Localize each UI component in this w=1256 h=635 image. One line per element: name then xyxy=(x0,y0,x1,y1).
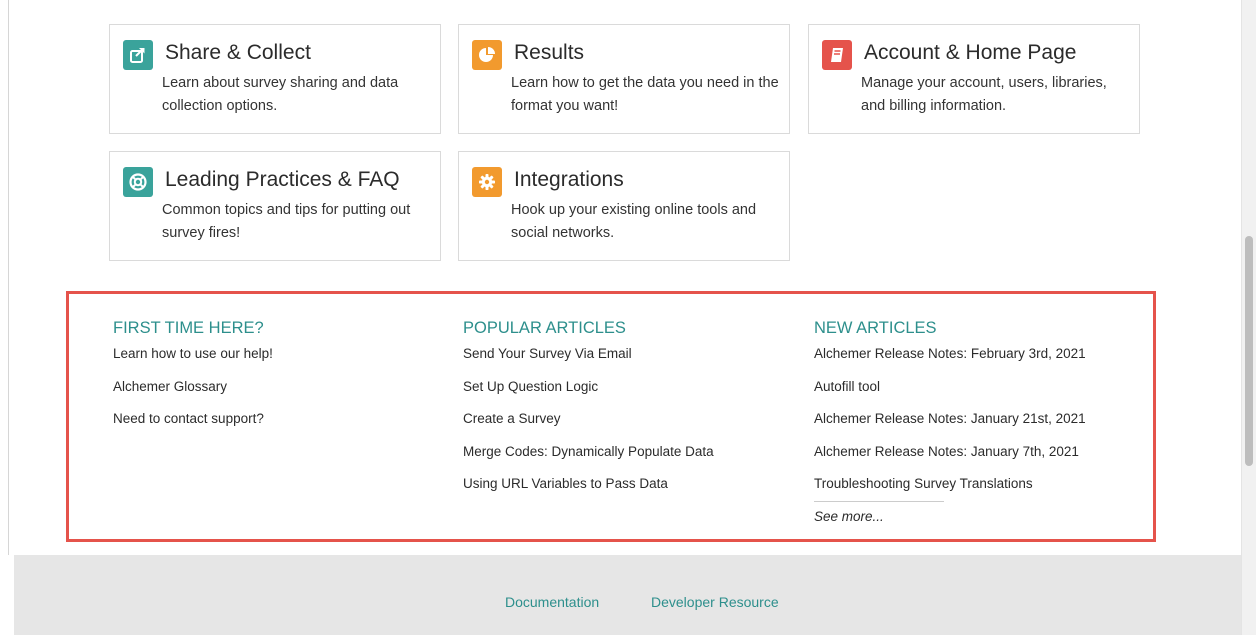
new-article-link[interactable]: Alchemer Release Notes: January 21st, 20… xyxy=(814,411,1086,444)
card-integrations[interactable]: Integrations Hook up your existing onlin… xyxy=(458,151,790,261)
developer-resource-link[interactable]: Developer Resource xyxy=(651,594,779,610)
new-articles-heading: NEW ARTICLES xyxy=(814,319,937,337)
popular-article-link[interactable]: Merge Codes: Dynamically Populate Data xyxy=(463,444,714,477)
first-time-link[interactable]: Need to contact support? xyxy=(113,411,273,444)
card-title: Share & Collect xyxy=(165,41,311,64)
left-divider xyxy=(8,0,9,555)
see-more-divider: See more... xyxy=(814,500,944,526)
card-title: Integrations xyxy=(514,168,624,191)
card-description: Learn about survey sharing and data coll… xyxy=(162,75,399,114)
card-leading-practices[interactable]: Leading Practices & FAQ Common topics an… xyxy=(109,151,441,261)
documentation-link[interactable]: Documentation xyxy=(505,594,599,610)
popular-article-link[interactable]: Set Up Question Logic xyxy=(463,379,714,412)
first-time-link[interactable]: Learn how to use our help! xyxy=(113,346,273,379)
life-ring-icon xyxy=(123,167,153,197)
first-time-column: FIRST TIME HERE? Learn how to use our he… xyxy=(113,319,273,444)
pie-chart-icon xyxy=(472,40,502,70)
popular-article-link[interactable]: Send Your Survey Via Email xyxy=(463,346,714,379)
card-description: Hook up your existing online tools and s… xyxy=(511,202,757,241)
see-more-link[interactable]: See more... xyxy=(814,509,884,524)
first-time-heading: FIRST TIME HERE? xyxy=(113,319,264,337)
first-time-link[interactable]: Alchemer Glossary xyxy=(113,379,273,412)
card-description: Learn how to get the data you need in th… xyxy=(511,75,779,114)
share-icon xyxy=(123,40,153,70)
card-title: Results xyxy=(514,41,585,64)
card-description: Manage your account, users, libraries, a… xyxy=(861,75,1107,114)
new-article-link[interactable]: Alchemer Release Notes: January 7th, 202… xyxy=(814,444,1086,477)
popular-article-link[interactable]: Using URL Variables to Pass Data xyxy=(463,476,714,509)
scrollbar-thumb[interactable] xyxy=(1245,236,1253,466)
articles-section: FIRST TIME HERE? Learn how to use our he… xyxy=(66,291,1156,542)
new-article-link[interactable]: Alchemer Release Notes: February 3rd, 20… xyxy=(814,346,1086,379)
help-center-page: Share & Collect Learn about survey shari… xyxy=(0,0,1256,635)
card-title: Leading Practices & FAQ xyxy=(165,168,400,191)
gear-icon xyxy=(472,167,502,197)
card-results[interactable]: Results Learn how to get the data you ne… xyxy=(458,24,790,134)
popular-articles-column: POPULAR ARTICLES Send Your Survey Via Em… xyxy=(463,319,714,509)
new-article-link[interactable]: Autofill tool xyxy=(814,379,1086,412)
card-description: Common topics and tips for putting out s… xyxy=(162,202,411,241)
book-icon xyxy=(822,40,852,70)
card-account-home[interactable]: Account & Home Page Manage your account,… xyxy=(808,24,1140,134)
card-title: Account & Home Page xyxy=(864,41,1077,64)
popular-articles-heading: POPULAR ARTICLES xyxy=(463,319,626,337)
footer: Documentation Developer Resource xyxy=(14,555,1241,635)
vertical-scrollbar[interactable] xyxy=(1241,0,1256,635)
popular-article-link[interactable]: Create a Survey xyxy=(463,411,714,444)
new-articles-column: NEW ARTICLES Alchemer Release Notes: Feb… xyxy=(814,319,1086,526)
card-share-collect[interactable]: Share & Collect Learn about survey shari… xyxy=(109,24,441,134)
